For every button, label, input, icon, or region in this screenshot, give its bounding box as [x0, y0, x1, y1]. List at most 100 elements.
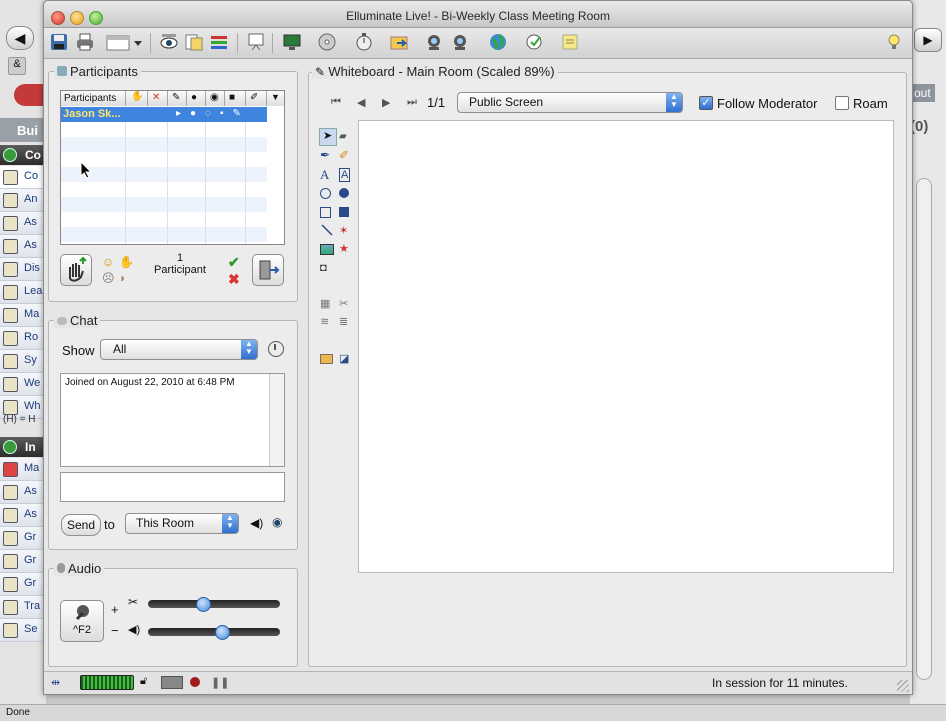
whiteboard-button[interactable] [244, 31, 268, 53]
filled-rectangle-tool[interactable] [339, 205, 355, 221]
app-share-button[interactable] [280, 31, 304, 53]
open-file-tool[interactable] [320, 351, 336, 367]
group-tool[interactable]: ▦ [320, 296, 336, 312]
back-button[interactable]: ◀ [6, 26, 34, 50]
bg-nav-item[interactable]: Tra [0, 596, 46, 619]
bg-nav-item[interactable]: Se [0, 619, 46, 642]
hand-column-header[interactable]: ✋ [126, 91, 148, 106]
screen-capture-tool[interactable]: ◘ [320, 260, 336, 276]
screen-column-header[interactable]: ■ [225, 91, 246, 106]
chat-history-button[interactable] [268, 341, 284, 357]
roam-checkbox[interactable] [835, 96, 849, 110]
follow-moderator-checkbox[interactable]: ✓ [699, 96, 713, 110]
previous-page-button[interactable]: ◀ [357, 96, 365, 109]
clipart-tool[interactable]: ✶ [339, 223, 355, 239]
line-tool[interactable] [320, 223, 336, 239]
next-page-button[interactable]: ▶ [382, 96, 390, 109]
multimedia-button[interactable] [315, 31, 339, 53]
webcam-settings-button[interactable] [448, 31, 472, 53]
bg-scroll-area[interactable] [916, 178, 932, 680]
select-tool[interactable]: ➤ [319, 128, 337, 146]
bg-nav-item[interactable]: Gr [0, 573, 46, 596]
mic-volume-slider[interactable] [148, 597, 280, 612]
chat-privacy-button[interactable]: ◉ [272, 515, 282, 529]
notes-button[interactable] [558, 31, 582, 53]
whiteboard-canvas[interactable] [358, 120, 894, 573]
pointer-tool[interactable]: ▰ [339, 128, 355, 144]
first-page-button[interactable]: ⏮ [331, 96, 341, 109]
image-tool[interactable] [320, 241, 336, 257]
resize-grip[interactable] [897, 680, 909, 692]
chat-sound-button[interactable]: ◀) [250, 516, 263, 530]
participants-column-header[interactable]: Participants [61, 91, 126, 106]
timer-button[interactable] [352, 31, 376, 53]
print-button[interactable] [73, 31, 97, 53]
chat-transcript[interactable]: Joined on August 22, 2010 at 6:48 PM [60, 373, 285, 467]
yes-button[interactable]: ✔ [228, 254, 240, 271]
bg-nav-item[interactable]: We [0, 373, 46, 396]
webcam-button[interactable] [422, 31, 446, 53]
bg-nav-item[interactable]: As [0, 481, 46, 504]
bg-nav-item[interactable]: Sy [0, 350, 46, 373]
layout-menu-button[interactable] [106, 33, 144, 53]
bg-nav-item[interactable]: Ma [0, 458, 46, 481]
bg-nav-item[interactable]: As [0, 504, 46, 527]
send-back-tool[interactable]: ≋ [320, 314, 336, 330]
pause-button[interactable]: ❚❚ [211, 676, 229, 689]
bring-front-tool[interactable]: ≣ [339, 314, 355, 330]
scrollbar-button[interactable]: ▶ [914, 28, 942, 52]
bg-nav-item[interactable]: An [0, 189, 46, 212]
text-box-tool[interactable]: A [339, 167, 355, 183]
screen-explorer-tool[interactable]: ◪ [339, 351, 355, 367]
bg-section-header[interactable]: Co [0, 145, 46, 165]
chat-recipient-select[interactable]: This Room ▲ ▼ [125, 513, 239, 534]
save-button[interactable] [47, 31, 71, 53]
tools-button[interactable] [207, 31, 231, 53]
bg-nav-item[interactable]: Gr [0, 527, 46, 550]
bg-nav-item[interactable]: Ro [0, 327, 46, 350]
bg-nav-item[interactable]: Co [0, 166, 46, 189]
load-button[interactable] [387, 31, 411, 53]
talk-column-header[interactable]: ✎ [168, 91, 187, 106]
speaker-volume-slider[interactable] [148, 625, 280, 640]
table-row[interactable]: Jason Sk... ▸●◌▪✎ [61, 107, 267, 122]
bg-section-header[interactable]: In [0, 437, 46, 457]
ungroup-tool[interactable]: ✂ [339, 296, 355, 312]
chat-scrollbar[interactable] [269, 374, 284, 466]
slider-knob[interactable] [214, 625, 230, 640]
raise-hand-button[interactable] [60, 254, 92, 286]
bg-nav-item[interactable]: As [0, 235, 46, 258]
file-transfer-button[interactable] [182, 31, 206, 53]
columns-menu-button[interactable]: ▼ [267, 91, 284, 106]
last-page-button[interactable]: ⏭ [407, 96, 417, 109]
video-column-header[interactable]: ● [187, 91, 206, 106]
mic-column-header[interactable]: ✕ [148, 91, 168, 106]
rectangle-tool[interactable] [320, 205, 336, 221]
title-bar[interactable]: Elluminate Live! - Bi-Weekly Class Meeti… [44, 1, 912, 28]
emoticons-group[interactable]: ☺ ✋ ☹ ◗ [102, 255, 134, 287]
send-button[interactable]: Send [61, 514, 101, 536]
bg-nav-item[interactable]: As [0, 212, 46, 235]
ellipse-tool[interactable] [320, 186, 336, 202]
no-button[interactable]: ✖ [228, 271, 240, 288]
pen-column-header[interactable]: ✐ [246, 91, 267, 106]
bg-nav-item[interactable]: Ma [0, 304, 46, 327]
bg-nav-item[interactable]: Lea [0, 281, 46, 304]
slider-knob[interactable] [195, 597, 211, 612]
view-button[interactable] [157, 31, 181, 53]
text-tool[interactable]: A [320, 167, 336, 183]
highlighter-tool[interactable]: ✐ [339, 148, 355, 164]
logout-link[interactable]: out [910, 84, 935, 102]
bg-nav-item[interactable]: Dis [0, 258, 46, 281]
talk-button[interactable]: ^F2 [60, 600, 104, 642]
stamp-tool[interactable]: ★ [339, 241, 355, 257]
bg-nav-item[interactable]: Gr [0, 550, 46, 573]
quiz-button[interactable] [522, 31, 546, 53]
chat-filter-select[interactable]: All ▲ ▼ [100, 339, 258, 360]
help-tips-button[interactable] [882, 31, 906, 53]
step-away-button[interactable] [252, 254, 284, 286]
web-tour-button[interactable] [486, 31, 510, 53]
chat-message-input[interactable] [60, 472, 285, 502]
filled-ellipse-tool[interactable] [339, 186, 355, 202]
screen-select[interactable]: Public Screen ▲ ▼ [457, 92, 683, 113]
